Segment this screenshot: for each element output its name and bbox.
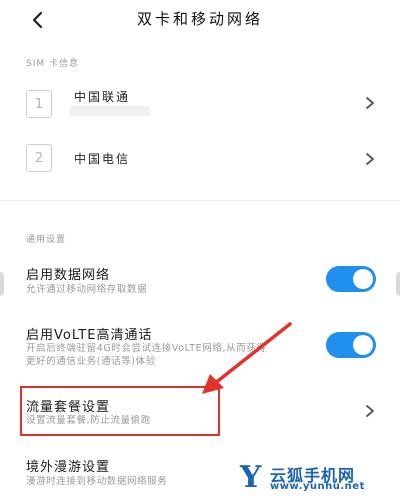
page-title: 双卡和移动网络 [136,10,263,28]
sim-section-label: SIM 卡信息 [26,59,79,69]
volte-desc-line2: 更好的通信业务(通话等)体验 [26,356,156,367]
mobile-data-desc: 允许通过移动网络存取数据 [26,284,148,295]
chevron-right-icon [366,97,374,109]
chevron-right-icon [366,405,374,417]
mobile-data-title: 启用数据网络 [26,268,111,283]
watermark: Y 云狐手机网 www.yunhu.net [240,460,390,496]
mobile-data-row: 启用数据网络 允许通过移动网络存取数据 [0,262,400,306]
watermark-logo: Y [240,460,262,495]
header: 双卡和移动网络 [0,0,400,40]
volte-title: 启用VoLTE高清通话 [26,328,153,343]
roaming-desc: 漫游时连接到移动数据网络服务 [26,476,168,487]
general-section-label: 通用设置 [26,235,67,245]
left-edge-mark [0,272,4,296]
watermark-url: www.yunhu.net [270,481,365,492]
sim-slot-2-icon: 2 [26,144,52,172]
annotation-highlight-box [20,386,220,436]
volte-row: 启用VoLTE高清通话 开启后终端驻留4G时会尝试连接VoLTE网络,从而获得 … [0,322,400,370]
right-edge-mark [396,272,400,296]
volte-toggle[interactable] [326,332,376,358]
sim-card-1-carrier: 中国联通 [74,90,131,104]
roaming-title: 境外漫游设置 [26,460,111,475]
toggle-knob [353,335,373,355]
sim-card-2-carrier: 中国电信 [74,152,131,166]
sim-slot-1-icon: 1 [26,90,52,118]
mobile-data-toggle[interactable] [326,266,376,292]
volte-desc-line1: 开启后终端驻留4G时会尝试连接VoLTE网络,从而获得 [26,343,267,354]
sim-card-1-number-blurred [70,106,150,116]
sim-card-2-row[interactable]: 2 中国电信 [0,140,400,180]
toggle-knob [353,269,373,289]
section-divider [0,200,400,201]
chevron-right-icon [366,153,374,165]
sim-card-1-row[interactable]: 1 中国联通 [0,80,400,136]
